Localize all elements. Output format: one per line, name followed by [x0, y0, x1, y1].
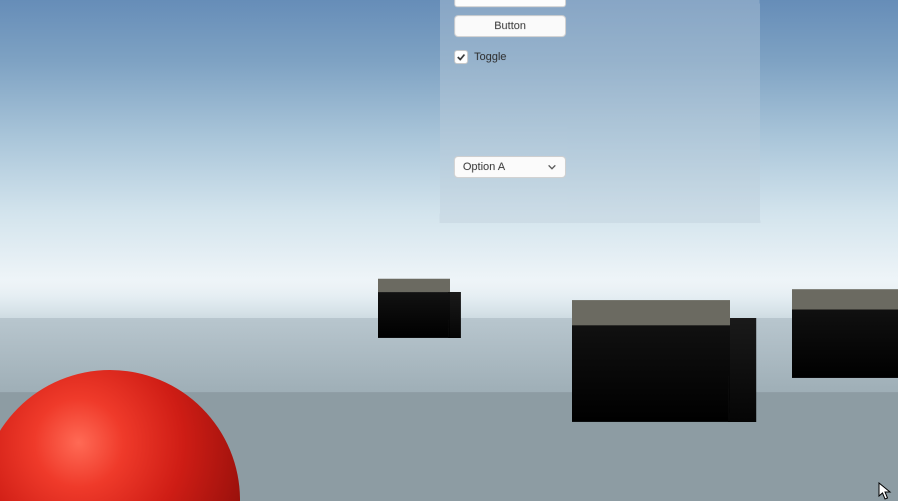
dropdown[interactable]: Option A — [454, 156, 566, 178]
game-viewport[interactable]: Button Toggle Option A — [0, 0, 898, 501]
input-field-top[interactable] — [454, 0, 566, 7]
cube-large — [572, 302, 730, 412]
ui-button-label: Button — [494, 20, 526, 32]
cube-small — [378, 282, 450, 332]
toggle-label: Toggle — [474, 51, 506, 63]
ui-panel: Button Toggle Option A — [440, 0, 761, 223]
ui-button[interactable]: Button — [454, 15, 566, 37]
toggle-checkbox[interactable] — [454, 50, 468, 64]
cube-right — [792, 290, 898, 370]
dropdown-value: Option A — [463, 157, 505, 177]
toggle-row[interactable]: Toggle — [454, 50, 506, 64]
chevron-down-icon — [547, 162, 557, 172]
checkmark-icon — [456, 52, 466, 62]
